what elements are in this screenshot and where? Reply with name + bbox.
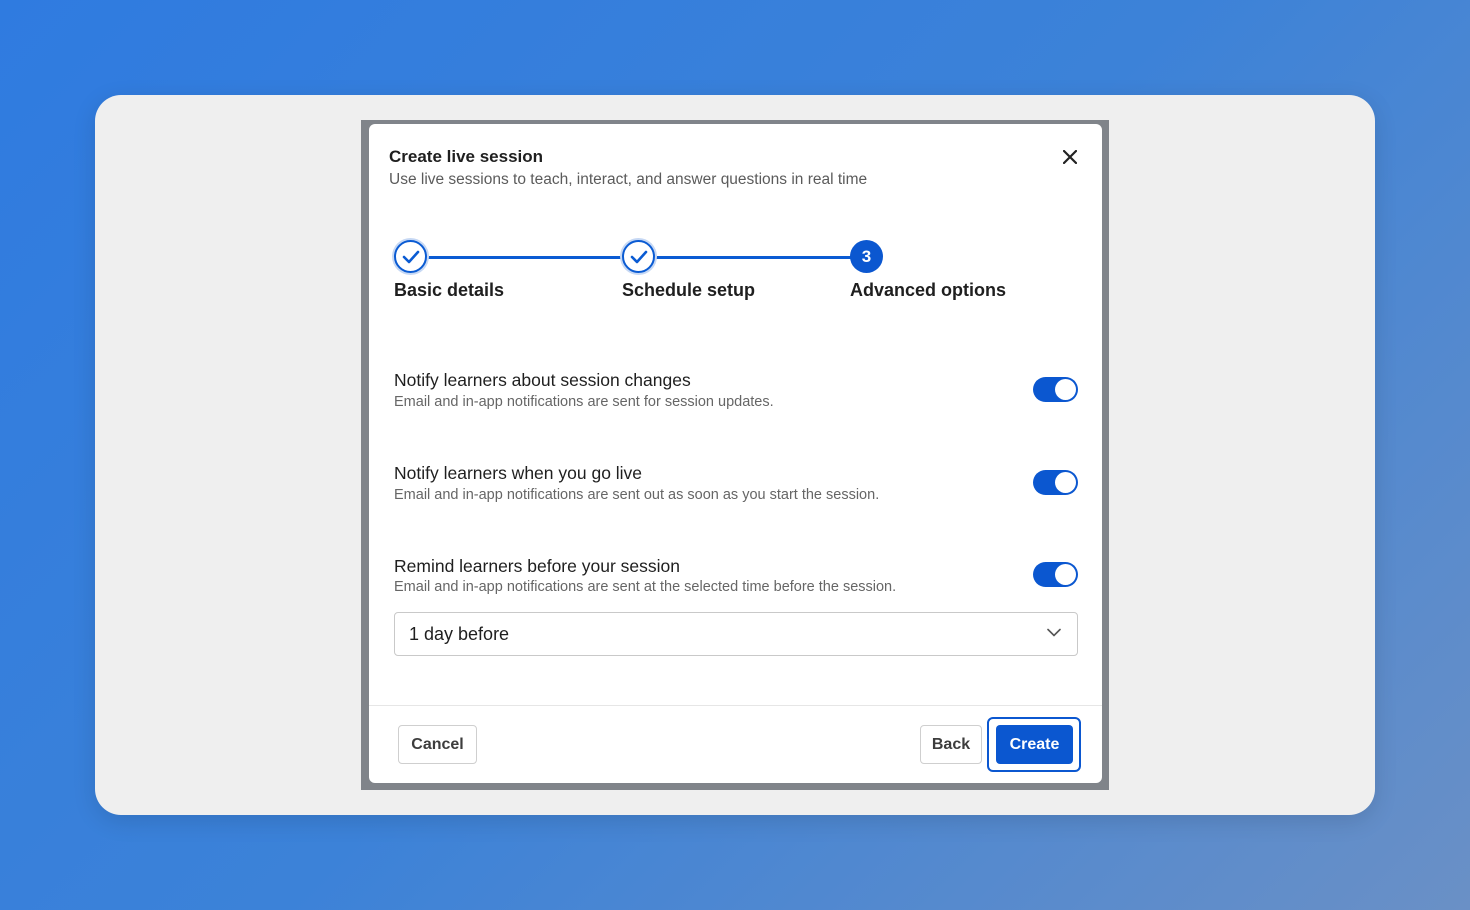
dialog-title: Create live session bbox=[389, 147, 544, 166]
close-icon bbox=[1063, 150, 1077, 164]
cancel-button[interactable]: Cancel bbox=[398, 725, 477, 764]
option-title: Notify learners when you go live bbox=[394, 463, 643, 483]
go-live-toggle[interactable] bbox=[1033, 470, 1078, 495]
option-title: Remind learners before your session bbox=[394, 556, 680, 576]
option-description: Email and in-app notifications are sent … bbox=[394, 487, 880, 503]
step-connector bbox=[655, 256, 851, 259]
reminder-time-select[interactable]: 1 day before bbox=[394, 612, 1078, 656]
reminder-toggle[interactable] bbox=[1033, 562, 1078, 587]
select-value: 1 day before bbox=[409, 624, 510, 644]
session-changes-toggle[interactable] bbox=[1033, 377, 1078, 402]
step-3-indicator: 3 bbox=[850, 240, 883, 273]
toggle-knob bbox=[1055, 379, 1076, 400]
option-title: Notify learners about session changes bbox=[394, 370, 691, 390]
back-button[interactable]: Back bbox=[920, 725, 982, 764]
step-2-indicator bbox=[622, 240, 655, 273]
toggle-knob bbox=[1055, 472, 1076, 493]
step-2-label: Schedule setup bbox=[622, 280, 756, 300]
chevron-down-icon bbox=[1047, 628, 1061, 637]
check-icon bbox=[402, 250, 419, 263]
step-3-label: Advanced options bbox=[850, 280, 1007, 300]
option-description: Email and in-app notifications are sent … bbox=[394, 579, 897, 595]
option-description: Email and in-app notifications are sent … bbox=[394, 394, 774, 410]
close-button[interactable] bbox=[1057, 144, 1083, 170]
step-connector bbox=[427, 256, 623, 259]
footer-divider bbox=[369, 705, 1102, 706]
dialog-subtitle: Use live sessions to teach, interact, an… bbox=[389, 171, 868, 188]
step-1-indicator bbox=[394, 240, 427, 273]
create-live-session-dialog: Create live session Use live sessions to… bbox=[369, 124, 1102, 783]
step-1-label: Basic details bbox=[394, 280, 505, 300]
toggle-knob bbox=[1055, 564, 1076, 585]
step-3-number: 3 bbox=[861, 246, 872, 266]
check-icon bbox=[630, 250, 647, 263]
create-button[interactable]: Create bbox=[996, 725, 1073, 764]
